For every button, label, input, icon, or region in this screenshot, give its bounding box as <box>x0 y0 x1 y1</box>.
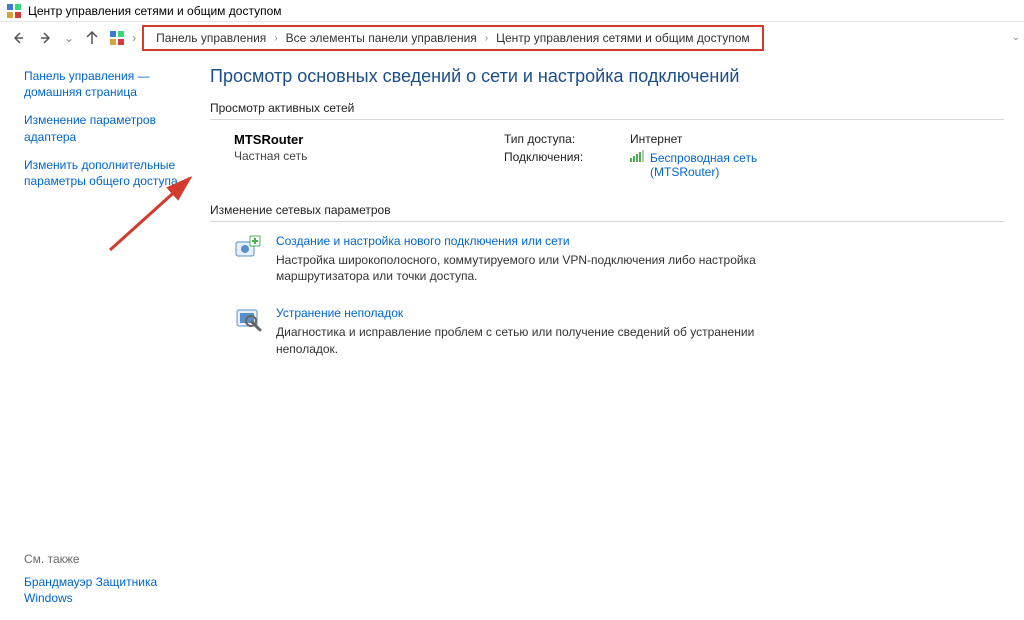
window-title: Центр управления сетями и общим доступом <box>28 4 282 18</box>
breadcrumb[interactable]: Панель управления › Все элементы панели … <box>142 25 764 51</box>
change-settings-title: Изменение сетевых параметров <box>210 203 1004 217</box>
connections-label: Подключения: <box>504 150 614 164</box>
connection-link[interactable]: Беспроводная сеть <box>630 150 757 165</box>
task-troubleshoot-link[interactable]: Устранение неполадок <box>276 306 403 320</box>
chevron-right-icon: › <box>479 33 494 44</box>
chevron-right-icon: › <box>130 31 138 45</box>
see-also-label: См. также <box>24 552 200 566</box>
forward-button[interactable] <box>34 26 58 50</box>
sidebar-item-firewall[interactable]: Брандмауэр Защитника Windows <box>24 574 200 606</box>
new-connection-icon <box>234 234 262 262</box>
sidebar-item-home[interactable]: Панель управления — домашняя страница <box>24 68 200 100</box>
task-troubleshoot: Устранение неполадок Диагностика и испра… <box>234 306 794 356</box>
connection-link-sub: (MTSRouter) <box>650 165 757 179</box>
active-network-row: MTSRouter Частная сеть Тип доступа: Инте… <box>234 132 1004 179</box>
network-name: MTSRouter <box>234 132 464 147</box>
divider <box>210 119 1004 120</box>
app-icon <box>6 3 22 19</box>
task-new-connection-desc: Настройка широкополосного, коммутируемог… <box>276 252 794 284</box>
breadcrumb-item-0[interactable]: Панель управления <box>154 31 268 45</box>
back-button[interactable] <box>6 26 30 50</box>
sidebar-item-advanced-sharing[interactable]: Изменить дополнительные параметры общего… <box>24 157 200 189</box>
task-new-connection-link[interactable]: Создание и настройка нового подключения … <box>276 234 570 248</box>
active-networks-title: Просмотр активных сетей <box>210 101 1004 115</box>
connection-link-text: Беспроводная сеть <box>650 151 757 165</box>
nav-toolbar: ⌄ › Панель управления › Все элементы пан… <box>0 22 1024 54</box>
up-button[interactable] <box>80 26 104 50</box>
breadcrumb-item-1[interactable]: Все элементы панели управления <box>284 31 479 45</box>
access-type-label: Тип доступа: <box>504 132 614 146</box>
task-new-connection: Создание и настройка нового подключения … <box>234 234 794 284</box>
troubleshoot-icon <box>234 306 262 334</box>
task-troubleshoot-desc: Диагностика и исправление проблем с сеть… <box>276 324 794 356</box>
divider <box>210 221 1004 222</box>
wifi-icon <box>630 150 644 165</box>
sidebar-item-adapter-settings[interactable]: Изменение параметров адаптера <box>24 112 200 144</box>
chevron-right-icon: › <box>268 33 283 44</box>
access-type-value: Интернет <box>630 132 757 146</box>
window-titlebar: Центр управления сетями и общим доступом <box>0 0 1024 22</box>
sidebar: Панель управления — домашняя страница Из… <box>0 54 210 620</box>
page-title: Просмотр основных сведений о сети и наст… <box>210 66 1004 87</box>
address-icon <box>108 29 126 47</box>
breadcrumb-item-2[interactable]: Центр управления сетями и общим доступом <box>494 31 752 45</box>
main-panel: Просмотр основных сведений о сети и наст… <box>210 54 1024 620</box>
network-type: Частная сеть <box>234 149 464 163</box>
history-dropdown-icon[interactable]: ⌄ <box>62 31 76 45</box>
address-dropdown-icon[interactable]: ⌄ <box>1012 32 1020 43</box>
